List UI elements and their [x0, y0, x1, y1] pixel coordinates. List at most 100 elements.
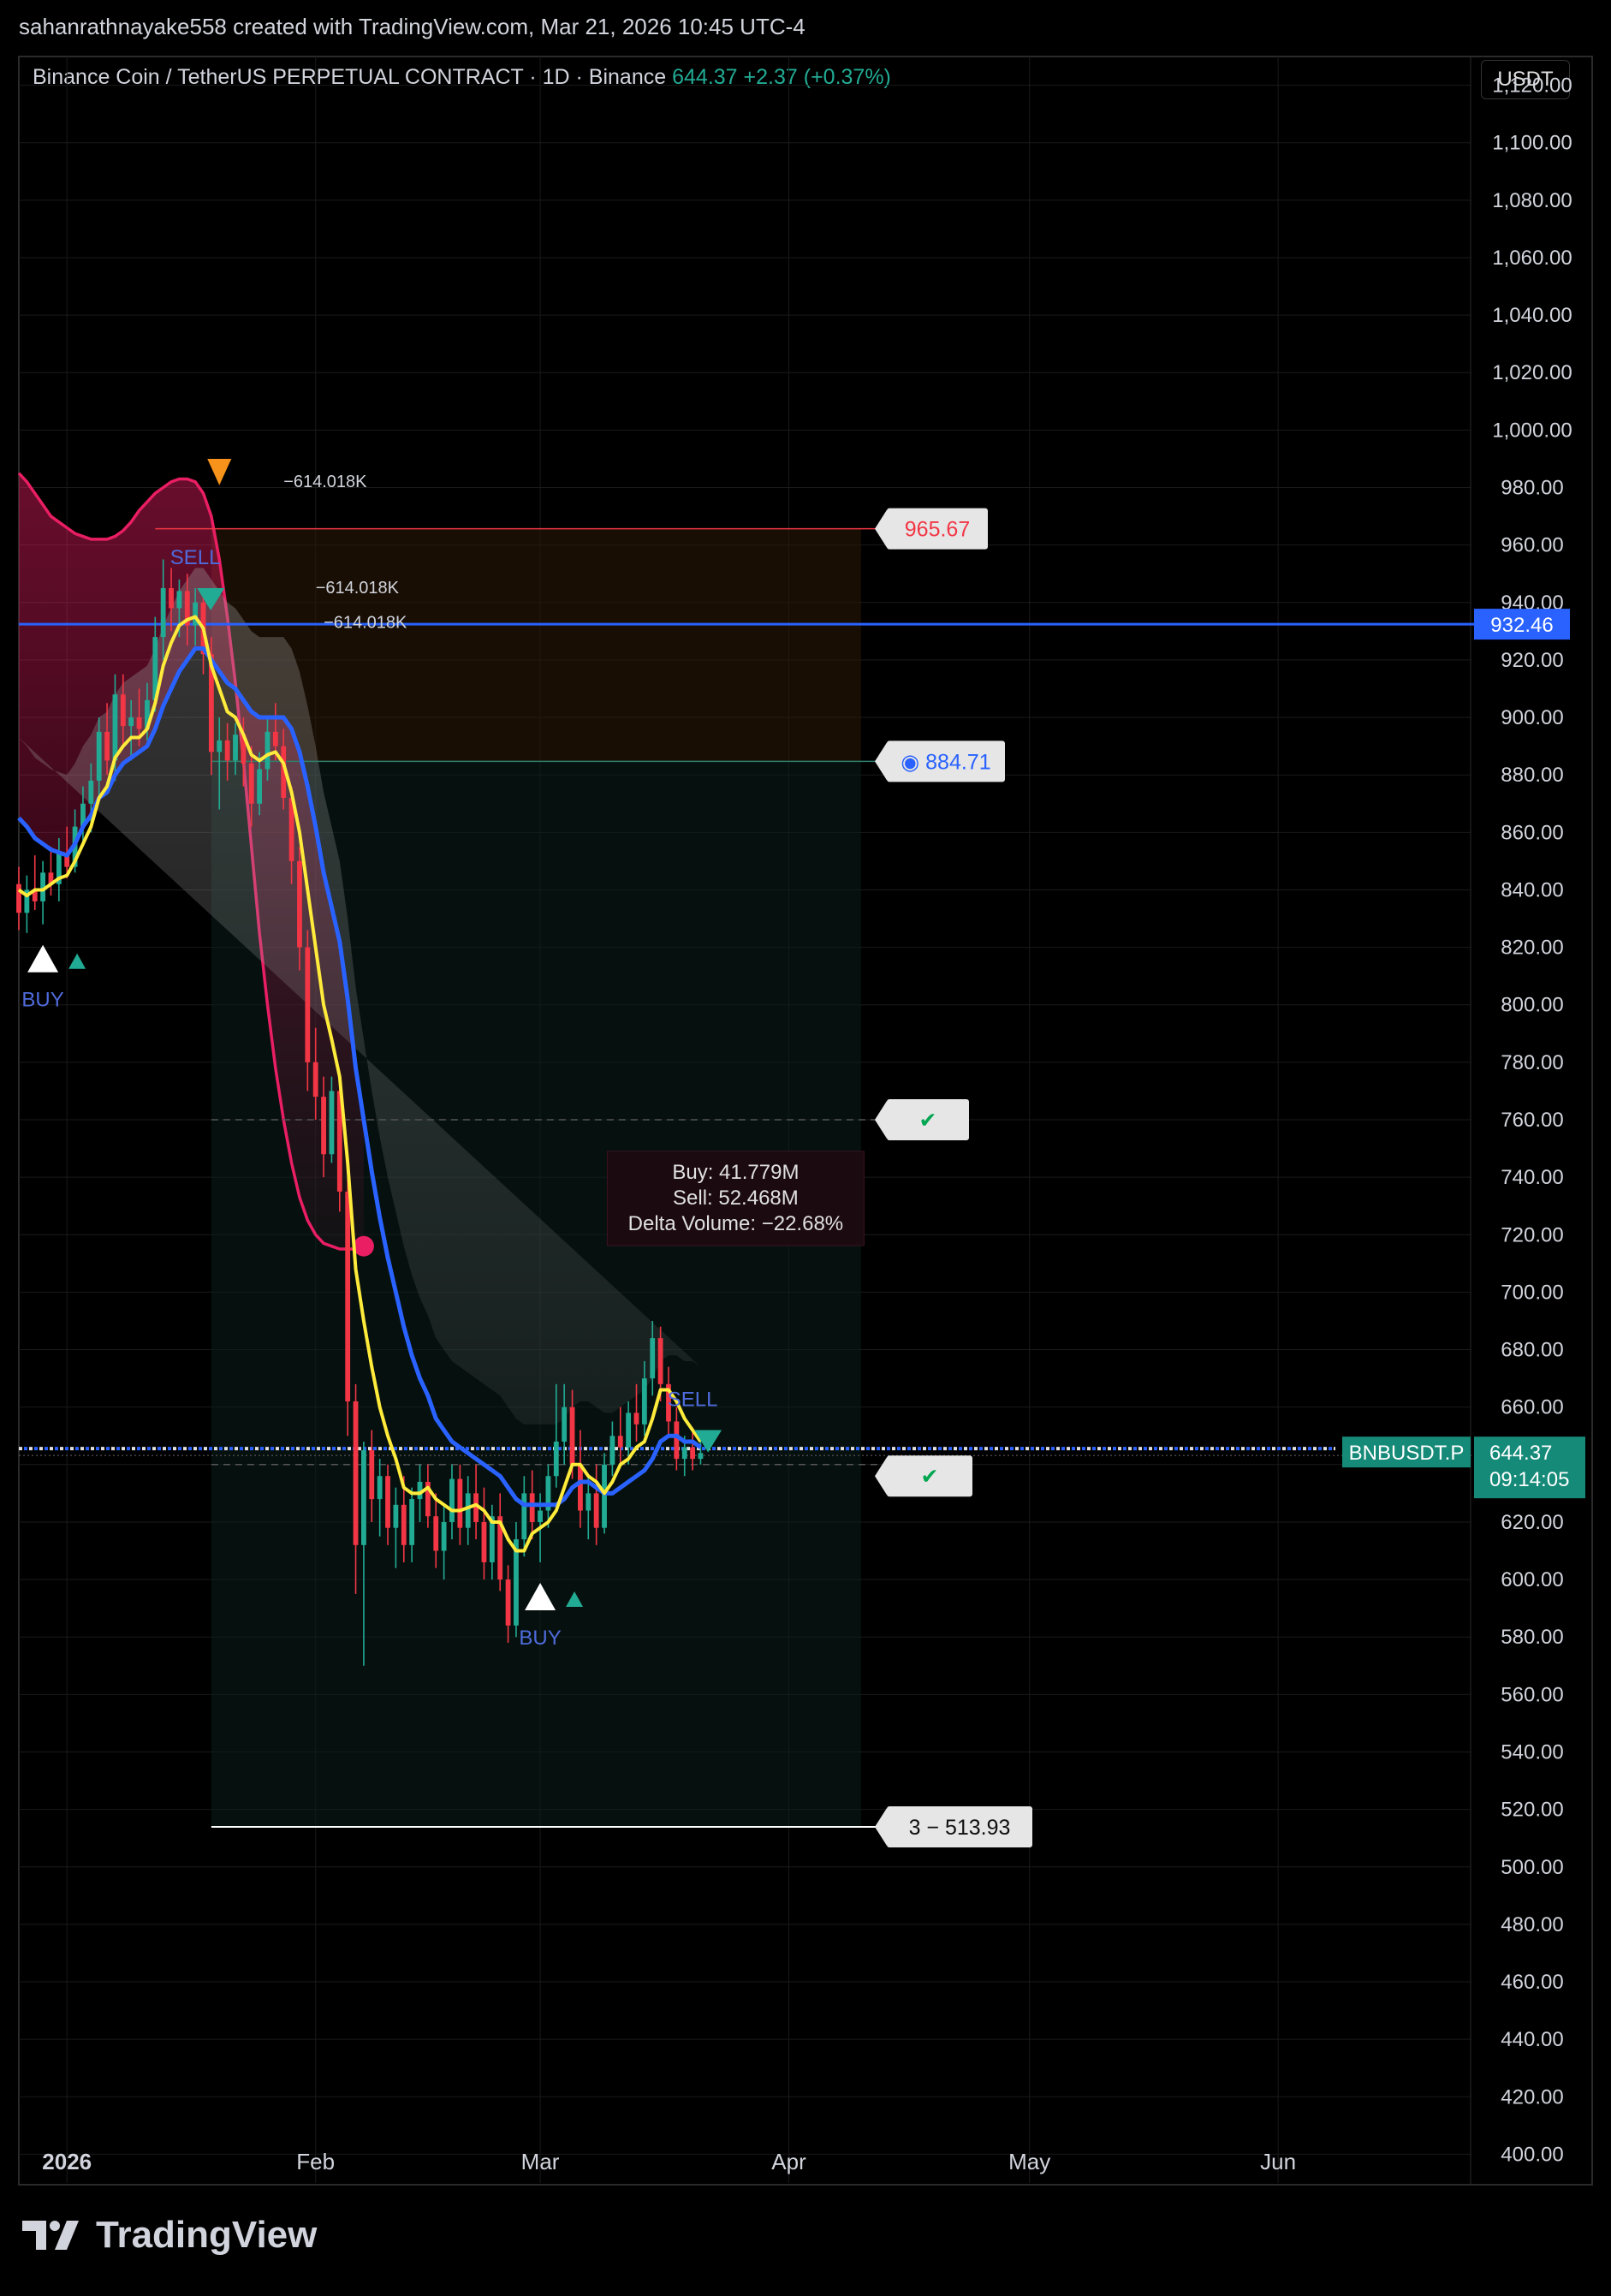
- y-tick-28: 560.00: [1501, 1683, 1563, 1706]
- level-tag-pointer-tp: [875, 509, 887, 548]
- x-tick-1: Feb: [296, 2149, 335, 2174]
- y-tick-29: 540.00: [1501, 1740, 1563, 1764]
- candle-body-12: [112, 694, 118, 761]
- candle-body-77: [633, 1413, 639, 1425]
- y-tick-10: 920.00: [1501, 649, 1563, 672]
- x-tick-4: May: [1008, 2149, 1050, 2174]
- candle-body-70: [578, 1464, 583, 1511]
- candle-body-39: [329, 1091, 335, 1155]
- level-tag-entry: ◉ 884.71: [875, 741, 1005, 782]
- candle-body-32: [272, 731, 278, 746]
- candle-body-74: [609, 1436, 615, 1465]
- price-tags: 965.67 ◉ 884.71 ✔ ✔ 3 − 513.93 932.46 BNBUSDT.…: [875, 508, 1585, 1847]
- level-tag-text-bottom: 3 − 513.93: [909, 1816, 1011, 1840]
- candle-body-61: [505, 1579, 511, 1626]
- ticker-text: BNBUSDT.P: [1349, 1442, 1465, 1465]
- y-tick-18: 760.00: [1501, 1109, 1563, 1132]
- y-tick-30: 520.00: [1501, 1799, 1563, 1822]
- candle-body-36: [305, 947, 311, 1062]
- candle-body-63: [521, 1493, 527, 1540]
- candle-body-68: [562, 1407, 568, 1442]
- sell-label-1: SELL: [170, 546, 221, 569]
- y-tick-12: 880.00: [1501, 764, 1563, 787]
- tradingview-logo[interactable]: TradingView: [22, 2214, 317, 2257]
- level-tag-pointer-check1: [875, 1101, 887, 1139]
- price-axis[interactable]: 1,120.00 1,100.00 1,080.00 1,060.00 1,040.00…: [1492, 74, 1572, 2167]
- candle-body-78: [641, 1378, 647, 1425]
- y-tick-36: 400.00: [1501, 2143, 1563, 2166]
- y-tick-4: 1,040.00: [1492, 304, 1572, 327]
- y-tick-14: 840.00: [1501, 878, 1563, 901]
- level-tag-bottom: 3 − 513.93: [875, 1805, 1032, 1847]
- candle-body-44: [369, 1450, 375, 1500]
- candle-body-14: [128, 717, 134, 727]
- y-tick-20: 720.00: [1501, 1223, 1563, 1246]
- candle-body-0: [16, 883, 21, 913]
- candle-body-38: [321, 1097, 326, 1155]
- y-tick-5: 1,020.00: [1492, 361, 1572, 384]
- candle-body-82: [674, 1421, 680, 1460]
- candle-body-75: [617, 1436, 623, 1448]
- y-tick-7: 980.00: [1501, 477, 1563, 500]
- candle-body-15: [136, 717, 142, 729]
- candle-body-69: [569, 1407, 575, 1465]
- candle-body-64: [529, 1493, 535, 1522]
- y-tick-6: 1,000.00: [1492, 419, 1572, 442]
- tooltip-line-2: Delta Volume: −22.68%: [628, 1212, 844, 1235]
- candle-body-29: [248, 763, 254, 804]
- delta-volume-label-0: −614.018K: [283, 473, 367, 491]
- tooltip-line-1: Sell: 52.468M: [673, 1187, 799, 1210]
- peak-marker-icon: [207, 458, 232, 485]
- delta-volume-label-2: −614.018K: [324, 613, 407, 632]
- tradingview-logo-text: TradingView: [96, 2214, 318, 2256]
- band-end-star-icon: [353, 1235, 374, 1257]
- candle-body-79: [650, 1338, 656, 1379]
- candle-body-19: [169, 588, 174, 609]
- y-tick-16: 800.00: [1501, 994, 1563, 1017]
- y-tick-22: 680.00: [1501, 1339, 1563, 1362]
- candle-body-52: [433, 1516, 439, 1551]
- candle-body-25: [217, 740, 223, 752]
- y-tick-2: 1,080.00: [1492, 189, 1572, 212]
- x-tick-2: Mar: [521, 2149, 560, 2174]
- level-tag-text-check2: ✔: [921, 1465, 939, 1489]
- candle-body-80: [657, 1338, 663, 1384]
- y-tick-21: 700.00: [1501, 1281, 1563, 1304]
- y-tick-1: 1,100.00: [1492, 132, 1572, 155]
- blue-line-axis-text: 932.46: [1490, 614, 1553, 637]
- candle-body-20: [176, 591, 182, 609]
- candle-body-27: [233, 735, 238, 761]
- buy-arrow-icon-0: [27, 944, 59, 973]
- time-axis[interactable]: 2026 Feb Mar Apr May Jun: [42, 2149, 1296, 2174]
- y-tick-11: 900.00: [1501, 706, 1563, 729]
- candle-body-58: [481, 1521, 487, 1562]
- y-tick-26: 600.00: [1501, 1568, 1563, 1591]
- level-tag-pointer-bottom: [875, 1807, 887, 1846]
- tradingview-logo-icon: [22, 2221, 79, 2250]
- level-tag-text-entry: ◉ 884.71: [901, 750, 990, 774]
- sell-label-3: SELL: [668, 1389, 718, 1412]
- buy-label-2: BUY: [519, 1627, 561, 1650]
- level-tag-check1: ✔: [875, 1099, 969, 1140]
- x-tick-0: 2026: [42, 2149, 92, 2174]
- level-tag-pointer-check2: [875, 1457, 887, 1496]
- candle-body-65: [538, 1510, 543, 1522]
- candle-body-76: [626, 1413, 632, 1448]
- candle-body-67: [553, 1441, 559, 1477]
- y-tick-15: 820.00: [1501, 937, 1563, 960]
- candle-body-45: [377, 1476, 383, 1500]
- candle-body-83: [681, 1447, 687, 1460]
- y-tick-23: 660.00: [1501, 1396, 1563, 1419]
- candle-body-41: [345, 1191, 351, 1401]
- y-tick-33: 460.00: [1501, 1971, 1563, 1994]
- y-tick-8: 960.00: [1501, 534, 1563, 557]
- y-tick-0: 1,120.00: [1492, 74, 1572, 98]
- price-chart[interactable]: BUY SELL BUY SELL −614.018K −614.018K −614.018…: [0, 0, 1611, 2296]
- candle-body-13: [120, 694, 126, 727]
- candle-body-9: [88, 780, 94, 804]
- tooltip-line-0: Buy: 41.779M: [672, 1161, 799, 1184]
- candle-body-18: [160, 588, 166, 638]
- x-tick-3: Apr: [771, 2149, 806, 2174]
- y-tick-27: 580.00: [1501, 1626, 1563, 1649]
- candle-body-35: [297, 860, 302, 948]
